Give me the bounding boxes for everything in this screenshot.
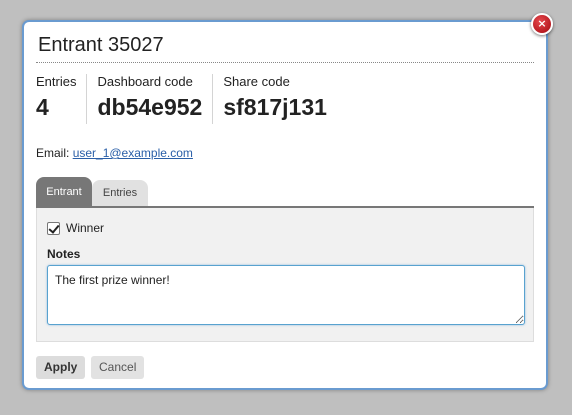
entrant-dialog: Entrant 35027 Entries 4 Dashboard code d… — [22, 20, 548, 390]
email-row: Email: user_1@example.com — [36, 146, 193, 160]
notes-textarea[interactable]: The first prize winner! — [47, 265, 525, 325]
stat-entries: Entries 4 — [36, 74, 86, 124]
stat-dashboard-code: Dashboard code db54e952 — [86, 74, 212, 124]
apply-button[interactable]: Apply — [36, 356, 86, 379]
winner-label[interactable]: Winner — [66, 221, 104, 235]
cancel-button[interactable]: Cancel — [91, 356, 145, 379]
stat-dashboard-code-label: Dashboard code — [97, 74, 193, 89]
stat-entries-label: Entries — [36, 74, 77, 89]
email-label: Email: — [36, 146, 70, 160]
email-link[interactable]: user_1@example.com — [73, 146, 193, 160]
notes-label: Notes — [47, 247, 81, 261]
title-divider — [36, 62, 534, 63]
tab-entrant[interactable]: Entrant — [36, 177, 92, 207]
tab-entries[interactable]: Entries — [92, 180, 148, 207]
close-icon[interactable]: × — [531, 13, 553, 35]
stat-dashboard-code-value: db54e952 — [97, 94, 203, 120]
dialog-title: Entrant 35027 — [38, 34, 164, 56]
stats-row: Entries 4 Dashboard code db54e952 Share … — [36, 74, 337, 124]
stat-entries-value: 4 — [36, 94, 49, 120]
stat-share-code: Share code sf817j131 — [212, 74, 337, 124]
winner-checkbox[interactable] — [47, 221, 60, 235]
entrant-panel: Winner Notes The first prize winner! — [36, 208, 534, 342]
winner-row: Winner — [47, 221, 104, 235]
stat-share-code-value: sf817j131 — [223, 94, 327, 120]
stat-share-code-label: Share code — [223, 74, 290, 89]
